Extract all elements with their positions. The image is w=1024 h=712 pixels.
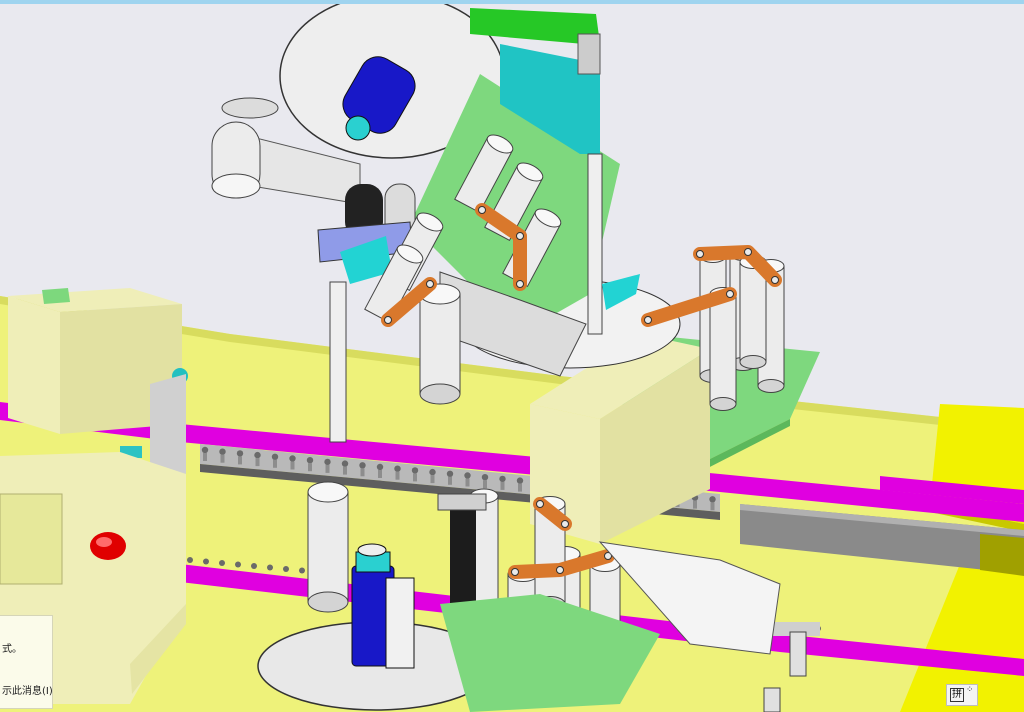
tooltip-line-1: 式。 (2, 644, 22, 655)
notification-tooltip[interactable]: 式。 示此消息(I) (0, 615, 53, 709)
tooltip-line-2[interactable]: 示此消息(I) (2, 682, 53, 697)
ime-indicator[interactable]: 拼 ⁘ (946, 684, 978, 706)
emergency-stop-button-icon[interactable] (90, 532, 126, 560)
ime-dots-icon: ⁘ (966, 685, 974, 695)
ime-input-icon: 拼 (950, 688, 964, 702)
cad-viewport[interactable]: 式。 示此消息(I) 拼 ⁘ (0, 0, 1024, 712)
labeling-machine-3d-model[interactable] (0, 4, 1024, 712)
